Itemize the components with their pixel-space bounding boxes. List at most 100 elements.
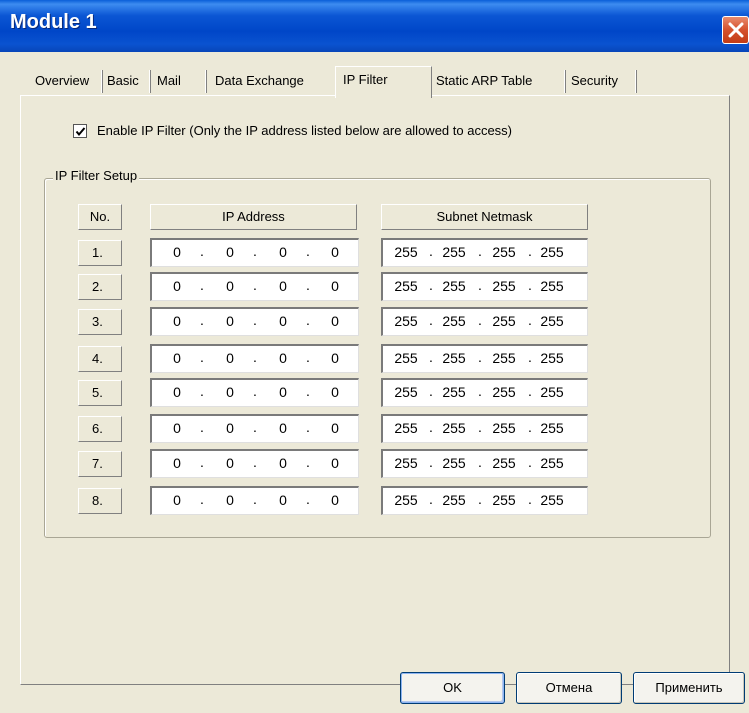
ip-octet[interactable]: 0	[160, 278, 194, 294]
ip-octet[interactable]: 0	[318, 313, 352, 329]
octet-separator: .	[528, 383, 532, 399]
ip-address-input[interactable]: 0. 0. 0. 0	[150, 272, 359, 301]
mask-octet[interactable]: 255	[437, 492, 471, 508]
mask-octet[interactable]: 255	[487, 244, 521, 260]
mask-octet[interactable]: 255	[389, 278, 423, 294]
tab-divider	[635, 70, 637, 93]
ip-octet[interactable]: 0	[213, 492, 247, 508]
mask-octet[interactable]: 255	[487, 278, 521, 294]
subnet-mask-input[interactable]: 255. 255. 255. 255	[381, 414, 588, 443]
ip-octet[interactable]: 0	[213, 244, 247, 260]
mask-octet[interactable]: 255	[487, 492, 521, 508]
mask-octet[interactable]: 255	[389, 350, 423, 366]
subnet-mask-input[interactable]: 255. 255. 255. 255	[381, 344, 588, 373]
tab-ip-filter[interactable]: IP Filter	[335, 66, 432, 98]
tab-static-arp-table[interactable]: Static ARP Table	[436, 70, 532, 95]
mask-octet[interactable]: 255	[389, 420, 423, 436]
cancel-button[interactable]: Отмена	[516, 672, 622, 704]
ip-address-input[interactable]: 0. 0. 0. 0	[150, 378, 359, 407]
mask-octet[interactable]: 255	[535, 492, 569, 508]
apply-button[interactable]: Применить	[633, 672, 745, 704]
subnet-mask-input[interactable]: 255. 255. 255. 255	[381, 272, 588, 301]
ip-octet[interactable]: 0	[266, 420, 300, 436]
ip-octet[interactable]: 0	[213, 455, 247, 471]
subnet-mask-input[interactable]: 255. 255. 255. 255	[381, 238, 588, 267]
ip-octet[interactable]: 0	[160, 313, 194, 329]
ip-octet[interactable]: 0	[213, 313, 247, 329]
ip-address-input[interactable]: 0. 0. 0. 0	[150, 486, 359, 515]
ip-octet[interactable]: 0	[318, 492, 352, 508]
mask-octet[interactable]: 255	[535, 384, 569, 400]
ip-octet[interactable]: 0	[160, 455, 194, 471]
mask-octet[interactable]: 255	[535, 244, 569, 260]
ip-octet[interactable]: 0	[160, 492, 194, 508]
mask-octet[interactable]: 255	[389, 492, 423, 508]
tab-overview[interactable]: Overview	[35, 70, 89, 95]
octet-separator: .	[200, 277, 204, 293]
ip-octet[interactable]: 0	[213, 420, 247, 436]
mask-octet[interactable]: 255	[437, 278, 471, 294]
octet-separator: .	[478, 491, 482, 507]
subnet-mask-input[interactable]: 255. 255. 255. 255	[381, 378, 588, 407]
ip-octet[interactable]: 0	[318, 384, 352, 400]
ip-octet[interactable]: 0	[266, 313, 300, 329]
ip-octet[interactable]: 0	[318, 350, 352, 366]
mask-octet[interactable]: 255	[437, 420, 471, 436]
mask-octet[interactable]: 255	[389, 384, 423, 400]
ok-button[interactable]: OK	[400, 672, 505, 704]
ip-octet[interactable]: 0	[266, 455, 300, 471]
ip-address-input[interactable]: 0. 0. 0. 0	[150, 414, 359, 443]
subnet-mask-input[interactable]: 255. 255. 255. 255	[381, 486, 588, 515]
ip-octet[interactable]: 0	[318, 244, 352, 260]
enable-ip-filter-checkbox[interactable]	[73, 124, 87, 138]
ip-octet[interactable]: 0	[266, 492, 300, 508]
close-button[interactable]	[722, 16, 749, 44]
octet-separator: .	[528, 312, 532, 328]
tab-data-exchange[interactable]: Data Exchange	[215, 70, 304, 95]
ip-octet[interactable]: 0	[266, 244, 300, 260]
ip-octet[interactable]: 0	[266, 350, 300, 366]
ip-octet[interactable]: 0	[160, 244, 194, 260]
ip-address-input[interactable]: 0. 0. 0. 0	[150, 449, 359, 478]
mask-octet[interactable]: 255	[535, 278, 569, 294]
ip-address-input[interactable]: 0. 0. 0. 0	[150, 307, 359, 336]
mask-octet[interactable]: 255	[535, 455, 569, 471]
tab-security[interactable]: Security	[571, 70, 618, 95]
mask-octet[interactable]: 255	[389, 455, 423, 471]
ip-octet[interactable]: 0	[213, 384, 247, 400]
close-icon	[728, 22, 744, 38]
ip-octet[interactable]: 0	[318, 420, 352, 436]
ip-octet[interactable]: 0	[318, 278, 352, 294]
mask-octet[interactable]: 255	[487, 420, 521, 436]
mask-octet[interactable]: 255	[535, 350, 569, 366]
ip-octet[interactable]: 0	[266, 278, 300, 294]
mask-octet[interactable]: 255	[535, 313, 569, 329]
mask-octet[interactable]: 255	[487, 350, 521, 366]
mask-octet[interactable]: 255	[437, 384, 471, 400]
title-bar[interactable]: Module 1	[0, 0, 749, 52]
mask-octet[interactable]: 255	[535, 420, 569, 436]
ip-address-input[interactable]: 0. 0. 0. 0	[150, 344, 359, 373]
subnet-mask-input[interactable]: 255. 255. 255. 255	[381, 449, 588, 478]
mask-octet[interactable]: 255	[437, 244, 471, 260]
tab-mail[interactable]: Mail	[157, 70, 181, 95]
tab-basic[interactable]: Basic	[107, 70, 139, 95]
mask-octet[interactable]: 255	[437, 455, 471, 471]
group-title: IP Filter Setup	[53, 168, 140, 183]
ip-octet[interactable]: 0	[213, 278, 247, 294]
subnet-mask-input[interactable]: 255. 255. 255. 255	[381, 307, 588, 336]
mask-octet[interactable]: 255	[389, 313, 423, 329]
ip-octet[interactable]: 0	[318, 455, 352, 471]
mask-octet[interactable]: 255	[487, 455, 521, 471]
mask-octet[interactable]: 255	[487, 384, 521, 400]
ip-octet[interactable]: 0	[213, 350, 247, 366]
mask-octet[interactable]: 255	[437, 350, 471, 366]
mask-octet[interactable]: 255	[437, 313, 471, 329]
mask-octet[interactable]: 255	[389, 244, 423, 260]
ip-octet[interactable]: 0	[160, 420, 194, 436]
ip-octet[interactable]: 0	[160, 384, 194, 400]
ip-octet[interactable]: 0	[266, 384, 300, 400]
mask-octet[interactable]: 255	[487, 313, 521, 329]
ip-octet[interactable]: 0	[160, 350, 194, 366]
ip-address-input[interactable]: 0. 0. 0. 0	[150, 238, 359, 267]
